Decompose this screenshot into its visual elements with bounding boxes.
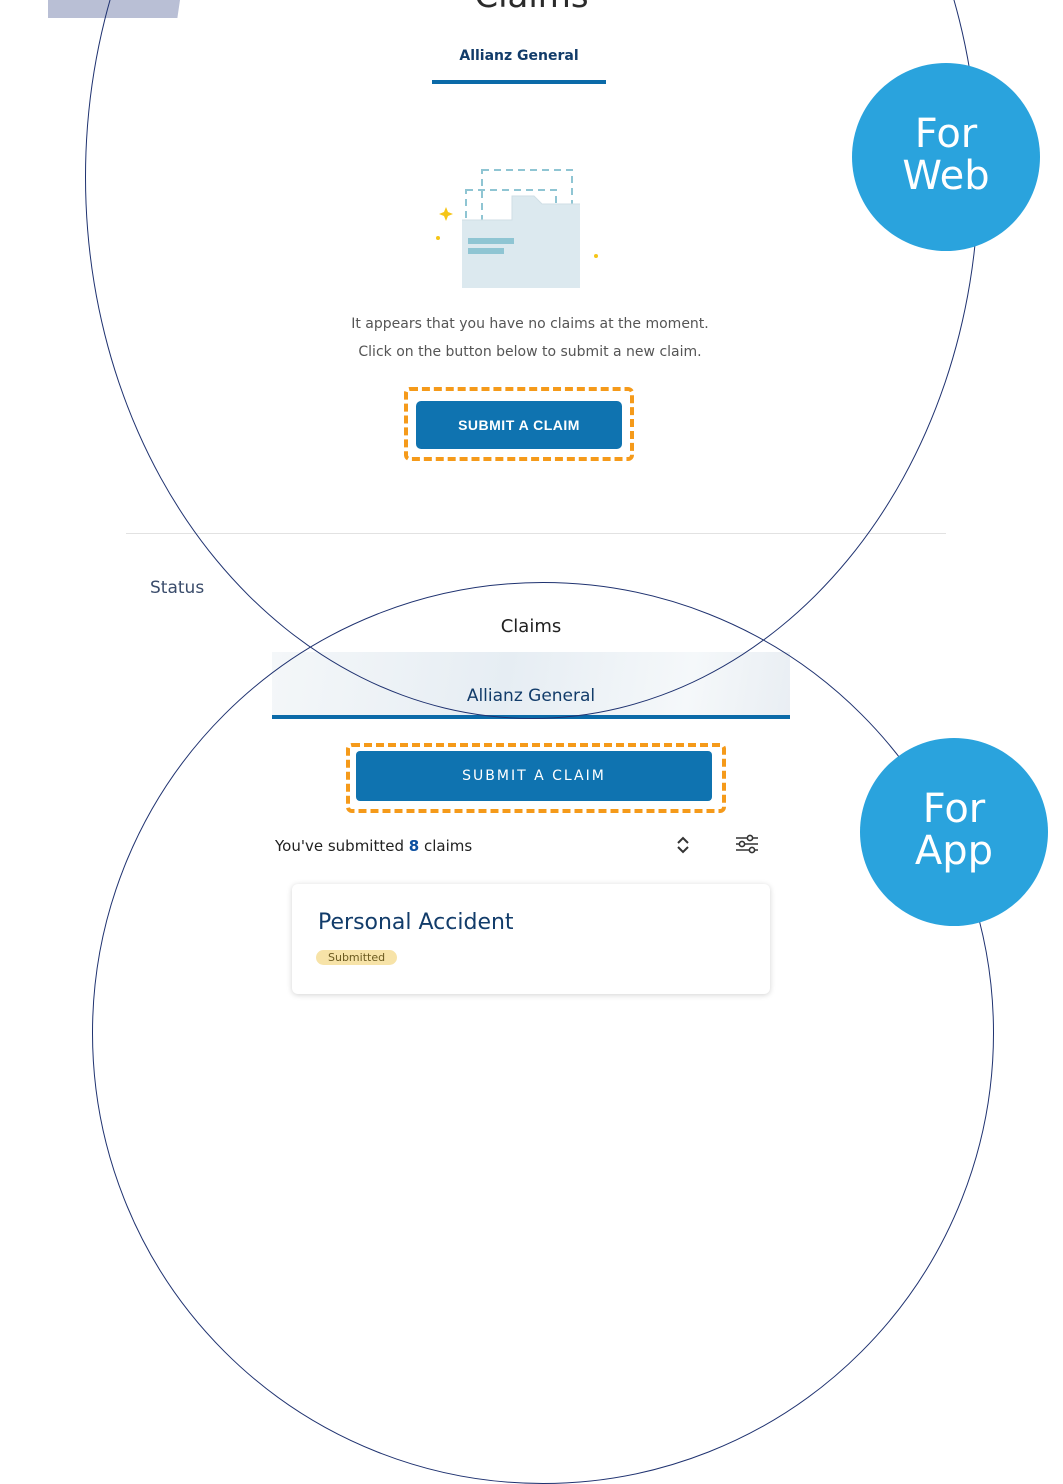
for-web-badge-line1: For	[914, 111, 978, 157]
for-app-badge-line1: For	[922, 786, 986, 832]
for-web-badge: For Web	[852, 63, 1040, 251]
for-web-badge-line2: Web	[902, 153, 990, 199]
for-app-badge: For App	[860, 738, 1048, 926]
for-app-badge-line2: App	[914, 828, 994, 874]
app-magnifier-outline	[92, 582, 994, 1484]
web-status-label: Status	[150, 578, 205, 598]
